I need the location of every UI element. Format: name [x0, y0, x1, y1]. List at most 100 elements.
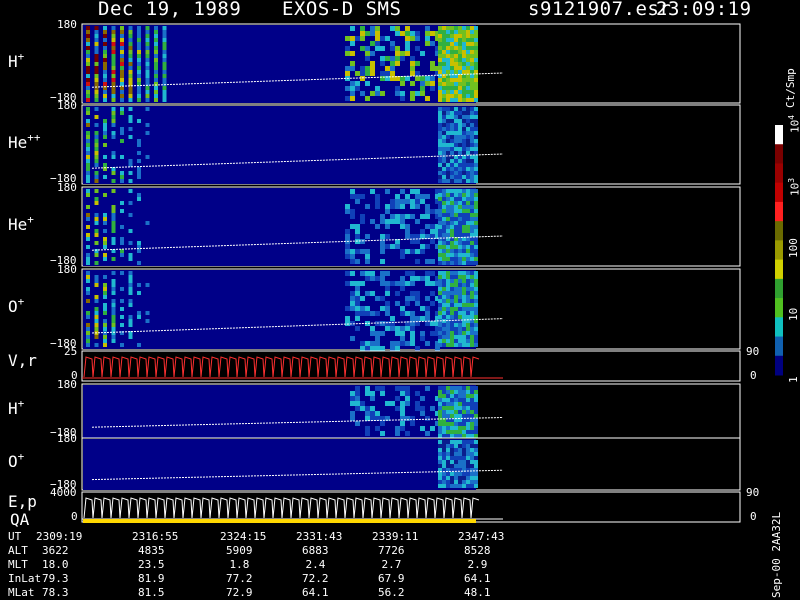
spectrogram-cell — [470, 476, 474, 480]
spectrogram-cell — [162, 42, 167, 46]
spectrogram-cell — [380, 61, 385, 66]
spectrogram-cell — [442, 315, 446, 319]
spectrogram-cell — [154, 98, 158, 102]
spectrogram-cell — [405, 391, 410, 396]
spectrogram-cell — [365, 234, 370, 239]
spectrogram-cell — [385, 271, 390, 276]
spectrogram-cell — [446, 209, 450, 213]
spectrogram-cell — [425, 209, 430, 214]
spectrogram-cell — [462, 201, 466, 205]
spectrogram-cell — [395, 301, 400, 306]
spectrogram-cell — [462, 398, 466, 402]
spectrogram-cell — [450, 78, 454, 82]
spectrogram-cell — [120, 94, 124, 98]
spectrogram-cell — [470, 131, 474, 135]
spectrogram-cell — [430, 61, 435, 66]
spectrogram-cell — [350, 36, 355, 41]
spectrogram-cell — [446, 143, 450, 147]
spectrogram-cell — [370, 391, 375, 396]
spectrogram-cell — [438, 111, 442, 115]
spectrogram-cell — [380, 234, 385, 239]
spectrogram-cell — [462, 414, 466, 418]
spectrogram-cell — [410, 281, 415, 286]
spectrogram-cell — [380, 331, 385, 336]
spectrogram-cell — [458, 261, 462, 265]
spectrogram-cell — [395, 46, 400, 51]
spectrogram-cell — [454, 213, 458, 217]
spectrogram-cell — [137, 94, 141, 98]
spectrogram-cell — [458, 139, 462, 143]
spectrogram-cell — [420, 316, 425, 321]
spectrogram-cell — [462, 406, 466, 410]
spectrogram-cell — [466, 460, 470, 464]
spectrogram-cell — [425, 224, 430, 229]
spectrogram-cell — [438, 299, 442, 303]
spectrogram-cell — [111, 94, 116, 98]
spectrogram-cell — [446, 456, 450, 460]
spectrogram-cell — [458, 283, 462, 287]
spectrogram-cell — [94, 147, 99, 151]
spectrogram-cell — [94, 135, 99, 139]
spectrogram-cell — [94, 42, 99, 46]
spectrogram-cell — [86, 98, 90, 102]
spectrogram-cell — [470, 135, 474, 139]
spectrogram-cell — [450, 390, 454, 394]
spectrogram-cell — [111, 217, 116, 221]
spectrogram-cell — [430, 426, 435, 431]
spectrogram-cell — [458, 98, 462, 102]
spectrogram-cell — [128, 189, 133, 193]
spectrogram-cell — [474, 229, 478, 233]
spectrogram-cell — [128, 66, 133, 70]
spectrogram-cell — [470, 159, 474, 163]
spectrogram-cell — [450, 434, 454, 438]
spectrogram-cell — [120, 34, 124, 38]
spectrogram-cell — [474, 163, 478, 167]
spectrogram-cell — [162, 38, 167, 42]
spectrogram-cell — [395, 204, 400, 209]
spectrogram-cell — [438, 151, 442, 155]
footer-cell: 2331:43 — [296, 530, 343, 543]
spectrogram-cell — [350, 86, 355, 91]
spectrogram-cell — [380, 421, 385, 426]
spectrogram-cell — [438, 394, 442, 398]
spectrogram-cell — [458, 30, 462, 34]
spectrogram-cell — [86, 245, 90, 249]
spectrogram-cell — [365, 66, 370, 71]
spectrogram-cell — [466, 123, 470, 127]
spectrogram-cell — [454, 319, 458, 323]
spectrogram-cell — [474, 257, 478, 261]
spectrogram-cell — [450, 193, 454, 197]
spectrogram-cell — [111, 339, 116, 343]
spectrogram-cell — [420, 276, 425, 281]
spectrogram-cell — [137, 90, 141, 94]
spectrogram-cell — [458, 323, 462, 327]
spectrogram-cell — [462, 275, 466, 279]
spectrogram-cell — [86, 171, 90, 175]
spectrogram-cell — [128, 253, 133, 257]
spectrogram-cell — [385, 401, 390, 406]
spectrogram-cell — [103, 307, 107, 311]
spectrogram-cell — [466, 197, 470, 201]
spectrogram-cell — [360, 26, 365, 31]
spectrogram-cell — [458, 287, 462, 291]
spectrogram-cell — [450, 233, 454, 237]
spectrogram-cell — [355, 406, 360, 411]
spectrogram-cell — [450, 295, 454, 299]
spectrogram-cell — [454, 151, 458, 155]
spectrogram-cell — [390, 41, 395, 46]
spectrogram-cell — [454, 331, 458, 335]
spectrogram-cell — [120, 323, 124, 327]
spectrogram-cell — [442, 279, 446, 283]
spectrogram-cell — [128, 94, 133, 98]
spectrogram-cell — [450, 426, 454, 430]
spectrogram-cell — [450, 82, 454, 86]
spectrogram-cell — [128, 159, 133, 163]
spectrogram-cell — [400, 281, 405, 286]
spectrogram-cell — [442, 390, 446, 394]
spectrogram-cell — [466, 229, 470, 233]
footer-cell: 48.1 — [464, 586, 491, 599]
spectrogram-cell — [154, 74, 158, 78]
spectrogram-cell — [446, 26, 450, 30]
spectrogram-cell — [438, 217, 442, 221]
spectrogram-cell — [466, 175, 470, 179]
